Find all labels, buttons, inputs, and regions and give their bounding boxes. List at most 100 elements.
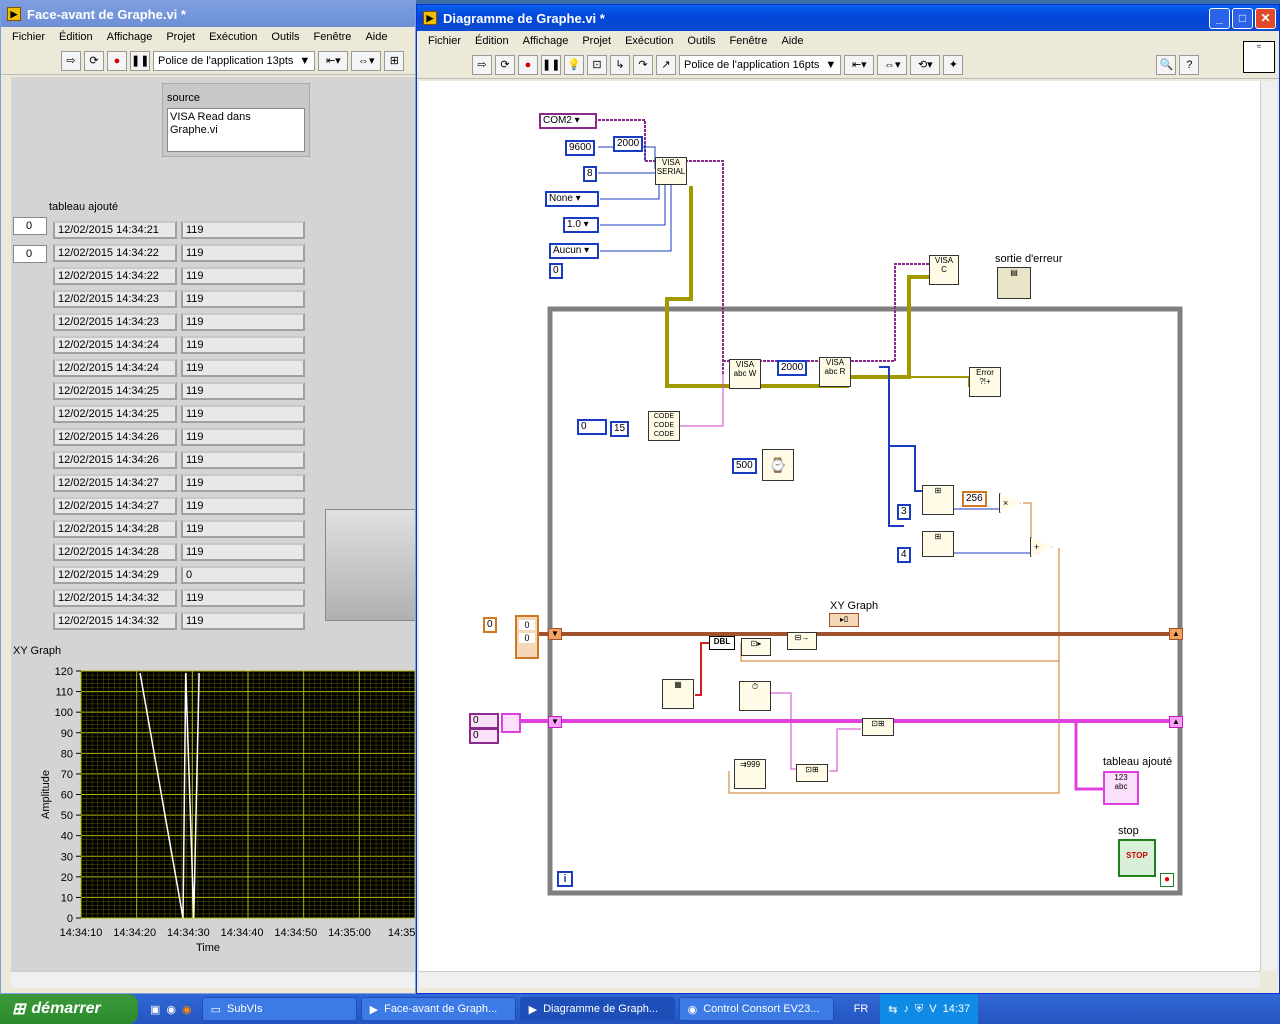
stop-bits-constant[interactable]: 1.0 ▾ (563, 217, 599, 233)
reorder-icon[interactable]: ⟲▾ (910, 54, 941, 75)
visa-close-node[interactable]: VISA C (929, 255, 959, 285)
value-cell[interactable]: 119 (181, 474, 305, 492)
quick-launch-icon[interactable]: ▣ (150, 1003, 160, 1016)
diagram-vscroll[interactable] (1260, 81, 1277, 971)
menu-aide[interactable]: Aide (774, 35, 810, 47)
pause-icon[interactable]: ❚❚ (130, 50, 150, 71)
search-icon[interactable]: 🔍 (1156, 54, 1177, 75)
diagram-hscroll[interactable] (419, 971, 1260, 988)
visa-write-node[interactable]: VISA abc W (729, 359, 761, 389)
task-firefox[interactable]: ◉ Control Consort EV23... (678, 997, 834, 1021)
menu-projet[interactable]: Projet (575, 35, 618, 47)
front-panel-hscroll[interactable] (11, 971, 415, 988)
menu-fenetre[interactable]: Fenêtre (723, 35, 775, 47)
menu-projet[interactable]: Projet (159, 31, 202, 43)
menu-affichage[interactable]: Affichage (100, 31, 160, 43)
value-cell[interactable]: 119 (181, 612, 305, 630)
simple-error-handler-node[interactable]: Error ?!+ (969, 367, 1001, 397)
value-cell[interactable]: 119 (181, 382, 305, 400)
shift-register-left-2[interactable]: ▼ (548, 716, 562, 728)
font-selector[interactable]: Police de l'application 16pts ▼ (679, 54, 842, 75)
step-over-icon[interactable]: ↷ (633, 54, 653, 75)
value-cell[interactable]: 0 (181, 566, 305, 584)
value-cell[interactable]: 119 (181, 543, 305, 561)
timestamp-cell[interactable]: 12/02/2015 14:34:26 (53, 428, 177, 446)
value-cell[interactable]: 119 (181, 405, 305, 423)
get-date-time-node[interactable]: ▦ (662, 679, 694, 709)
language-indicator[interactable]: FR (854, 1003, 869, 1015)
front-panel-titlebar[interactable]: ▶ Face-avant de Graphe.vi * (1, 1, 415, 27)
index-4-constant[interactable]: 4 (897, 547, 911, 563)
code-node[interactable]: CODE CODE CODE (648, 411, 680, 441)
value-cell[interactable]: 119 (181, 336, 305, 354)
timestamp-cell[interactable]: 12/02/2015 14:34:22 (53, 244, 177, 262)
menu-fichier[interactable]: Fichier (5, 31, 52, 43)
value-cell[interactable]: 119 (181, 451, 305, 469)
value-cell[interactable]: 119 (181, 428, 305, 446)
retain-wire-values-icon[interactable]: ⊡ (587, 54, 607, 75)
xy-cluster-constant[interactable]: 0 0 (515, 615, 539, 659)
timestamp-cell[interactable]: 12/02/2015 14:34:25 (53, 405, 177, 423)
timestamp-cell[interactable]: 12/02/2015 14:34:23 (53, 313, 177, 331)
step-out-icon[interactable]: ↗ (656, 54, 676, 75)
align-icon[interactable]: ⇤▾ (844, 54, 875, 75)
run-continuous-icon[interactable]: ⟳ (84, 50, 104, 71)
count-constant[interactable]: 15 (610, 421, 630, 437)
tray-icon-shield[interactable]: ⛨ (915, 1003, 923, 1016)
value-cell[interactable]: 119 (181, 244, 305, 262)
menu-edition[interactable]: Édition (468, 35, 516, 47)
cleanup-icon[interactable]: ✦ (943, 54, 964, 75)
minimize-icon[interactable]: _ (1209, 7, 1230, 29)
timeout-constant[interactable]: 2000 (613, 136, 644, 152)
shift-register-right-1[interactable]: ▲ (1169, 628, 1183, 640)
value-cell[interactable]: 119 (181, 221, 305, 239)
index-array-node-1[interactable]: ⊞ (922, 485, 954, 515)
run-continuous-icon[interactable]: ⟳ (495, 54, 515, 75)
abort-icon[interactable]: ● (107, 50, 127, 71)
build-array-node-1[interactable]: ⊡⊞ (796, 764, 828, 782)
read-bytes-constant[interactable]: 2000 (777, 360, 808, 376)
step-into-icon[interactable]: ↳ (610, 54, 630, 75)
resize-icon[interactable]: ⊞ (384, 50, 405, 71)
array-init-constant[interactable] (501, 713, 521, 733)
menu-execution[interactable]: Exécution (618, 35, 680, 47)
close-icon[interactable]: ✕ (1255, 7, 1276, 29)
flow-control-constant[interactable]: Aucun ▾ (549, 243, 599, 259)
shift-register-right-2[interactable]: ▲ (1169, 716, 1183, 728)
diagram-titlebar[interactable]: ▶ Diagramme de Graphe.vi * _ □ ✕ (417, 5, 1279, 31)
value-cell[interactable]: 119 (181, 589, 305, 607)
help-icon[interactable]: ? (1179, 54, 1200, 75)
timestamp-cell[interactable]: 12/02/2015 14:34:21 (53, 221, 177, 239)
menu-affichage[interactable]: Affichage (516, 35, 576, 47)
index-3-constant[interactable]: 3 (897, 504, 911, 520)
visa-configure-serial-node[interactable]: VISA SERIAL (655, 157, 687, 185)
run-arrow-icon[interactable]: ⇨ (61, 50, 81, 71)
tray-icon-v[interactable]: V (929, 1003, 936, 1015)
format-time-node[interactable]: ⏱ (739, 681, 771, 711)
array-init-index-2[interactable]: 0 (469, 728, 499, 744)
tray-icon-network[interactable]: ⇆ (888, 1003, 897, 1016)
align-icon[interactable]: ⇤▾ (318, 50, 349, 71)
timestamp-cell[interactable]: 12/02/2015 14:34:32 (53, 589, 177, 607)
array-index-1[interactable]: 0 (13, 245, 47, 263)
timestamp-cell[interactable]: 12/02/2015 14:34:28 (53, 543, 177, 561)
visa-read-node[interactable]: VISA abc R (819, 357, 851, 387)
menu-outils[interactable]: Outils (680, 35, 722, 47)
timestamp-cell[interactable]: 12/02/2015 14:34:25 (53, 382, 177, 400)
multiplier-constant[interactable]: 256 (962, 491, 987, 507)
menu-fichier[interactable]: Fichier (421, 35, 468, 47)
task-front-panel[interactable]: ▶ Face-avant de Graph... (360, 997, 516, 1021)
bundle-node[interactable]: ⊟→ (787, 632, 817, 650)
zero-constant[interactable]: 0 (549, 263, 563, 279)
stop-terminal[interactable]: STOP (1118, 839, 1156, 877)
highlight-execution-icon[interactable]: 💡 (564, 54, 584, 75)
timestamp-cell[interactable]: 12/02/2015 14:34:27 (53, 474, 177, 492)
tray-icon-volume[interactable]: ♪ (904, 1003, 910, 1015)
menu-fenetre[interactable]: Fenêtre (307, 31, 359, 43)
wait-ms-constant[interactable]: 500 (732, 458, 757, 474)
value-cell[interactable]: 119 (181, 497, 305, 515)
xy-graph-terminal[interactable]: ▸ﾛ (829, 613, 859, 627)
timestamp-cell[interactable]: 12/02/2015 14:34:22 (53, 267, 177, 285)
index-array-node-2[interactable]: ⊞ (922, 531, 954, 557)
enum-constant[interactable]: 0 (577, 419, 607, 435)
